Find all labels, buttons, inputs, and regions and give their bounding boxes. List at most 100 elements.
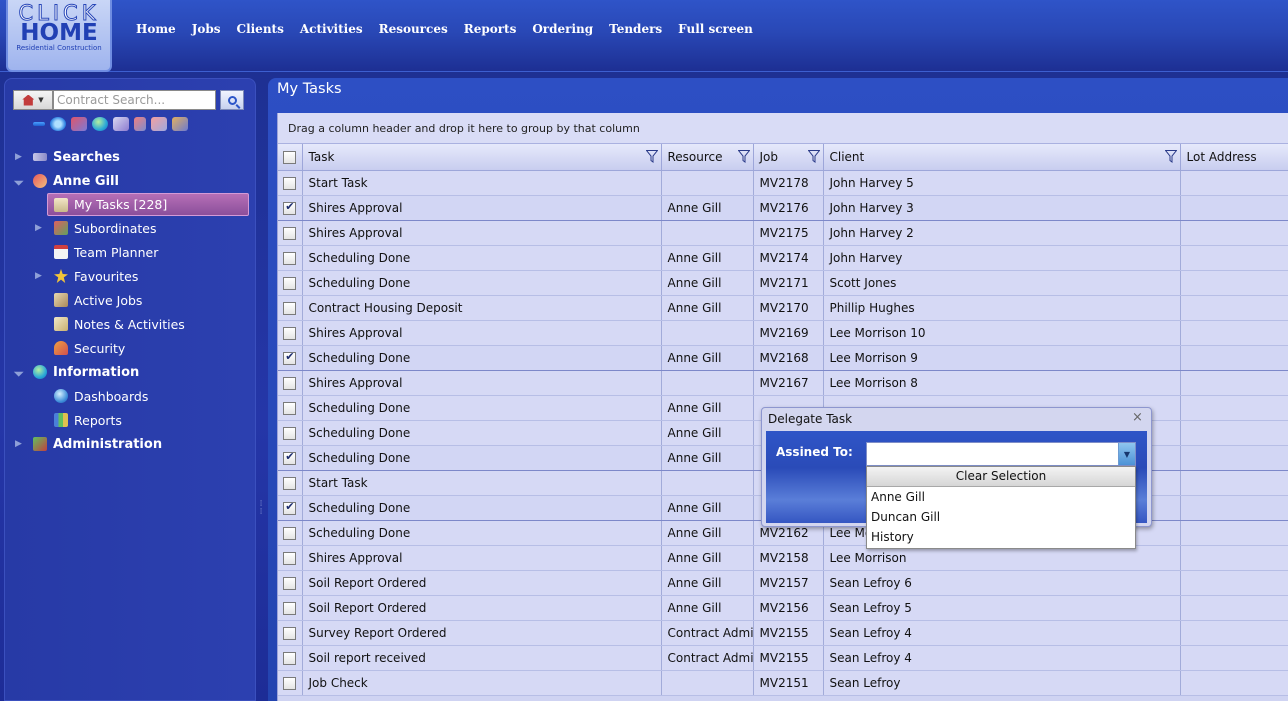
tools-icon[interactable] (134, 117, 146, 131)
row-checkbox[interactable] (283, 326, 297, 340)
lot-address-cell[interactable] (1180, 245, 1288, 271)
column-header-lot-address[interactable]: Lot Address (1180, 144, 1288, 171)
tree-item-information[interactable]: ◢ Information (5, 360, 255, 384)
resource-cell[interactable]: Anne Gill (661, 595, 754, 621)
lot-address-cell[interactable] (1180, 645, 1288, 671)
task-cell[interactable]: Scheduling Done (302, 444, 662, 471)
lot-address-cell[interactable] (1180, 595, 1288, 621)
lot-address-cell[interactable] (1180, 470, 1288, 496)
client-cell[interactable]: John Harvey 3 (823, 194, 1181, 221)
client-cell[interactable]: Sean Lefroy 4 (823, 645, 1181, 671)
lot-address-cell[interactable] (1180, 570, 1288, 596)
table-row[interactable]: Start Task MV2178 John Harvey 5 (278, 170, 1288, 196)
expand-arrow-icon[interactable]: ▶ (35, 271, 42, 281)
client-cell[interactable]: John Harvey 2 (823, 220, 1181, 246)
resource-cell[interactable]: Anne Gill (661, 444, 754, 471)
nav-resources[interactable]: Resources (371, 22, 456, 36)
job-cell[interactable]: MV2178 (753, 170, 824, 196)
row-checkbox[interactable] (283, 350, 297, 365)
client-cell[interactable]: Sean Lefroy 4 (823, 620, 1181, 646)
search-button[interactable] (220, 90, 244, 110)
dropdown-option[interactable]: Anne Gill (867, 487, 1135, 507)
resource-cell[interactable]: Anne Gill (661, 295, 754, 321)
table-row[interactable]: Survey Report Ordered Contract Admin MV215… (278, 620, 1288, 646)
tree-item-team-planner[interactable]: Team Planner (5, 240, 255, 264)
table-row[interactable]: Contract Housing Deposit Anne Gill MV2170 P… (278, 295, 1288, 321)
lot-address-cell[interactable] (1180, 194, 1288, 221)
resource-cell[interactable]: Anne Gill (661, 570, 754, 596)
row-checkbox[interactable] (283, 401, 297, 415)
row-checkbox[interactable] (283, 676, 297, 690)
filter-icon[interactable] (737, 150, 750, 163)
task-cell[interactable]: Soil Report Ordered (302, 595, 662, 621)
lot-address-cell[interactable] (1180, 444, 1288, 471)
resource-cell[interactable] (661, 320, 754, 346)
job-cell[interactable]: MV2157 (753, 570, 824, 596)
clickhome-logo[interactable]: CLICK HOME Residential Construction (6, 0, 112, 72)
job-cell[interactable]: MV2169 (753, 320, 824, 346)
tree-item-reports[interactable]: Reports (5, 408, 255, 432)
row-select-cell[interactable] (278, 570, 303, 596)
row-select-cell[interactable] (278, 595, 303, 621)
table-row[interactable]: Shires Approval Anne Gill MV2158 Lee Morris… (278, 545, 1288, 571)
row-select-cell[interactable] (278, 270, 303, 296)
table-row[interactable]: Shires ApprovalAnne GillMV2176John Harve… (278, 194, 1288, 221)
task-cell[interactable]: Shires Approval (302, 194, 662, 221)
client-cell[interactable]: John Harvey (823, 245, 1181, 271)
tree-item-my-tasks[interactable]: My Tasks [228] (47, 193, 249, 216)
column-header-resource[interactable]: Resource (661, 144, 754, 171)
task-cell[interactable]: Start Task (302, 470, 662, 496)
task-cell[interactable]: Scheduling Done (302, 494, 662, 521)
row-checkbox[interactable] (283, 276, 297, 290)
job-cell[interactable]: MV2167 (753, 370, 824, 396)
contract-search-input[interactable] (53, 90, 216, 110)
resource-cell[interactable] (661, 220, 754, 246)
row-checkbox[interactable] (283, 450, 297, 465)
nav-tenders[interactable]: Tenders (601, 22, 670, 36)
lot-address-cell[interactable] (1180, 545, 1288, 571)
client-cell[interactable]: Scott Jones (823, 270, 1181, 296)
select-all-checkbox[interactable] (283, 150, 297, 164)
globe-icon[interactable] (92, 117, 108, 131)
lot-address-cell[interactable] (1180, 170, 1288, 196)
resource-cell[interactable]: Anne Gill (661, 494, 754, 521)
lot-address-cell[interactable] (1180, 295, 1288, 321)
lot-address-cell[interactable] (1180, 620, 1288, 646)
row-select-cell[interactable] (278, 645, 303, 671)
client-cell[interactable]: Lee Morrison 8 (823, 370, 1181, 396)
row-select-cell[interactable] (278, 420, 303, 446)
task-cell[interactable]: Start Task (302, 170, 662, 196)
row-checkbox[interactable] (283, 226, 297, 240)
client-cell[interactable]: Sean Lefroy 6 (823, 570, 1181, 596)
column-header-task[interactable]: Task (302, 144, 662, 171)
column-header-job[interactable]: Job (753, 144, 824, 171)
task-cell[interactable]: Contract Housing Deposit (302, 295, 662, 321)
table-row[interactable]: Scheduling Done Anne Gill MV2171 Scott Jone… (278, 270, 1288, 296)
task-cell[interactable]: Shires Approval (302, 545, 662, 571)
lot-address-cell[interactable] (1180, 320, 1288, 346)
lot-address-cell[interactable] (1180, 270, 1288, 296)
tree-item-anne-gill[interactable]: ◢ Anne Gill (5, 169, 255, 193)
job-cell[interactable]: MV2168 (753, 344, 824, 371)
collapse-arrow-icon[interactable]: ◢ (12, 366, 24, 378)
row-select-cell[interactable] (278, 370, 303, 396)
table-row[interactable]: Shires Approval MV2167 Lee Morrison 8 (278, 370, 1288, 396)
tree-item-security[interactable]: Security (5, 336, 255, 360)
lot-address-cell[interactable] (1180, 520, 1288, 546)
select-all-header[interactable] (278, 144, 303, 171)
row-checkbox[interactable] (283, 251, 297, 265)
row-select-cell[interactable] (278, 470, 303, 496)
job-cell[interactable]: MV2171 (753, 270, 824, 296)
task-cell[interactable]: Survey Report Ordered (302, 620, 662, 646)
row-checkbox[interactable] (283, 551, 297, 565)
table-row[interactable]: Scheduling DoneAnne GillMV2168Lee Morris… (278, 344, 1288, 371)
table-row[interactable]: Shires Approval MV2175 John Harvey 2 (278, 220, 1288, 246)
nav-reports[interactable]: Reports (456, 22, 525, 36)
client-cell[interactable]: Phillip Hughes (823, 295, 1181, 321)
resource-cell[interactable]: Anne Gill (661, 245, 754, 271)
task-cell[interactable]: Scheduling Done (302, 344, 662, 371)
resource-cell[interactable]: Contract Admin (661, 620, 754, 646)
resource-cell[interactable] (661, 170, 754, 196)
table-row[interactable]: Scheduling Done Anne Gill MV2174 John Harve… (278, 245, 1288, 271)
row-checkbox[interactable] (283, 651, 297, 665)
